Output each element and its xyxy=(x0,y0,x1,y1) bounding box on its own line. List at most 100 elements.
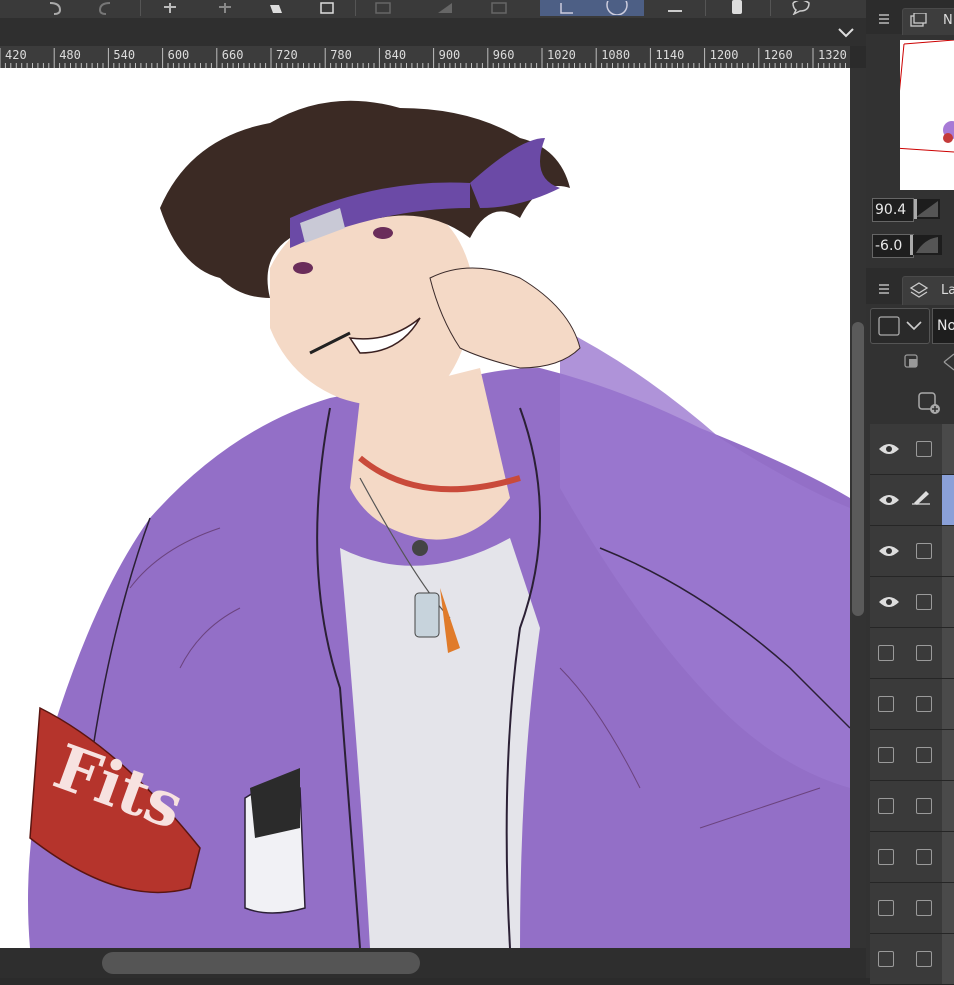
drawing-canvas[interactable]: Fits xyxy=(0,68,850,948)
clip-layer-icon[interactable] xyxy=(902,352,922,376)
layer-row[interactable] xyxy=(870,883,954,934)
ruler-label: 900 xyxy=(438,48,461,62)
ruler-label: 1260 xyxy=(763,48,793,62)
panel-menu-icon[interactable] xyxy=(878,280,890,299)
zoom-slider[interactable] xyxy=(914,199,940,219)
visibility-checkbox[interactable] xyxy=(878,798,894,814)
device-icon[interactable] xyxy=(722,0,752,16)
invert-selection-icon[interactable] xyxy=(484,0,514,16)
layer-thumbnail xyxy=(942,424,954,474)
eye-icon[interactable] xyxy=(878,489,900,511)
ruler-label: 1320 xyxy=(818,48,847,62)
lock-checkbox[interactable] xyxy=(916,747,932,763)
layer-thumbnail xyxy=(942,679,954,729)
layer-row[interactable] xyxy=(870,832,954,883)
transform-icon[interactable] xyxy=(312,0,342,16)
ruler-label: 840 xyxy=(384,48,407,62)
chevron-down-icon[interactable] xyxy=(836,24,856,43)
layer-tab[interactable]: La xyxy=(902,276,954,305)
deselect-icon[interactable] xyxy=(430,0,460,16)
zoom-field[interactable]: 90.4 xyxy=(872,198,914,222)
layer-row[interactable] xyxy=(870,679,954,730)
redo-icon[interactable] xyxy=(90,0,120,16)
lock-checkbox[interactable] xyxy=(916,798,932,814)
navigator-tab[interactable]: N xyxy=(902,8,954,35)
toolbar-divider xyxy=(140,0,141,16)
layer-row[interactable] xyxy=(870,934,954,985)
visibility-checkbox[interactable] xyxy=(878,849,894,865)
lock-checkbox[interactable] xyxy=(916,696,932,712)
reference-layer-icon[interactable] xyxy=(942,352,954,376)
layer-thumbnail xyxy=(942,832,954,882)
toolbar-divider xyxy=(355,0,356,16)
rotate-field[interactable]: -6.0 xyxy=(872,234,914,258)
layer-thumbnail xyxy=(942,934,954,984)
horizontal-scroll-thumb[interactable] xyxy=(102,952,420,974)
lock-checkbox[interactable] xyxy=(916,543,932,559)
navigator-icon xyxy=(909,12,927,33)
clear-icon[interactable] xyxy=(155,0,185,16)
layer-row[interactable] xyxy=(870,526,954,577)
visibility-checkbox[interactable] xyxy=(878,747,894,763)
visibility-checkbox[interactable] xyxy=(878,696,894,712)
layer-thumbnail xyxy=(942,577,954,627)
ruler-icon[interactable] xyxy=(660,0,690,16)
eye-icon[interactable] xyxy=(878,438,900,460)
ruler-label: 660 xyxy=(221,48,244,62)
vertical-scroll-thumb[interactable] xyxy=(852,322,864,616)
layer-row[interactable] xyxy=(870,577,954,628)
visibility-checkbox[interactable] xyxy=(878,900,894,916)
layer-row[interactable] xyxy=(870,730,954,781)
ruler-label: 1140 xyxy=(655,48,685,62)
layer-thumbnail xyxy=(942,730,954,780)
layer-row[interactable] xyxy=(870,781,954,832)
navigator-header: N xyxy=(866,0,954,35)
bucket-icon[interactable] xyxy=(262,0,292,16)
layer-thumbnail xyxy=(942,475,954,525)
eye-icon[interactable] xyxy=(878,540,900,562)
layer-row[interactable] xyxy=(870,424,954,475)
visibility-checkbox[interactable] xyxy=(878,645,894,661)
navigator-preview[interactable] xyxy=(893,39,954,190)
ruler-label: 960 xyxy=(492,48,515,62)
layer-thumbnail xyxy=(942,781,954,831)
toolbar-divider xyxy=(770,0,771,16)
ruler-label: 1080 xyxy=(601,48,631,62)
layer-row[interactable] xyxy=(870,628,954,679)
ruler-label: 780 xyxy=(330,48,352,62)
horizontal-ruler: 420 480 540 600 660 720 780 840 900 960 1020 1080 11… xyxy=(0,46,850,68)
layer-color-dropdown[interactable] xyxy=(870,308,930,344)
panel-menu-icon[interactable] xyxy=(878,10,890,29)
layer-thumbnail xyxy=(942,526,954,576)
lock-checkbox[interactable] xyxy=(916,594,932,610)
crop-icon[interactable] xyxy=(368,0,398,16)
navigator-tab-label: N xyxy=(943,13,953,28)
navigator-viewport-frame xyxy=(893,39,954,153)
ruler-label: 480 xyxy=(59,48,81,62)
ruler-label: 600 xyxy=(167,48,190,62)
layer-thumbnail xyxy=(942,883,954,933)
eye-icon[interactable] xyxy=(878,591,900,613)
visibility-checkbox[interactable] xyxy=(878,951,894,967)
fill-icon[interactable] xyxy=(210,0,240,16)
lock-checkbox[interactable] xyxy=(916,900,932,916)
chat-icon[interactable] xyxy=(786,0,816,16)
selection-launcher-group[interactable] xyxy=(540,0,644,16)
new-layer-icon[interactable] xyxy=(916,390,942,420)
lock-checkbox[interactable] xyxy=(916,951,932,967)
ruler-label: 540 xyxy=(113,48,136,62)
lock-checkbox[interactable] xyxy=(916,441,932,457)
lock-checkbox[interactable] xyxy=(916,849,932,865)
layer-tab-label: La xyxy=(941,283,954,298)
undo-icon[interactable] xyxy=(40,0,70,16)
ruler-label: 420 xyxy=(5,48,27,62)
ruler-label: 720 xyxy=(276,48,298,62)
ruler-label: 1200 xyxy=(709,48,739,62)
toolbar-divider xyxy=(705,0,706,16)
layer-panel-header: La xyxy=(866,268,954,305)
layer-row[interactable] xyxy=(870,475,954,526)
lock-checkbox[interactable] xyxy=(916,645,932,661)
layers-icon xyxy=(909,281,929,305)
blend-mode-select[interactable]: No xyxy=(932,308,954,344)
rotate-slider[interactable] xyxy=(910,235,942,255)
